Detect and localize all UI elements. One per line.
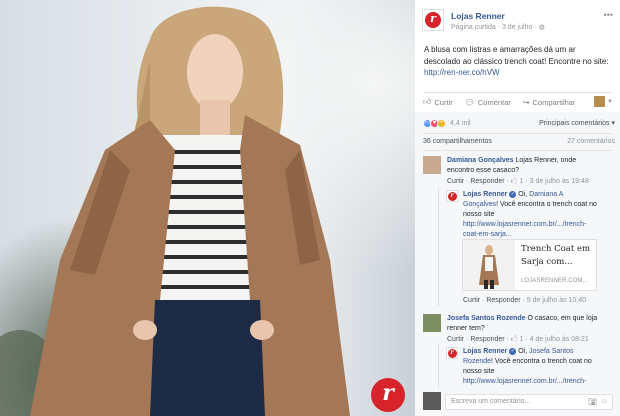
link-preview-domain: LOJASRENNER.COM... — [521, 278, 588, 284]
like-label: Curtir — [434, 97, 453, 107]
commenter-avatar[interactable] — [423, 156, 441, 174]
comment-item: Damiana Gonçalves Lojas Renner, onde enc… — [423, 156, 613, 186]
comment-body: Josefa Santos Rozende O casaco, em que l… — [447, 314, 605, 345]
reply-text-prefix: Oi, — [516, 348, 530, 355]
comment-input-placeholder: Escreva um comentário... — [451, 398, 531, 405]
post-text-body: A blusa com listras e amarrações dá um a… — [424, 45, 609, 66]
post-link[interactable]: http://ren-ner.co/hVW — [424, 68, 500, 77]
comment-meta: Curtir · Responder · 🖒 1 · 4 de julho às… — [447, 336, 589, 343]
post-meta: Página curtida · 3 de julho · ◍ — [451, 23, 545, 31]
reply-meta-text: · 5 de julho às 10:40 — [520, 297, 586, 304]
post-meta-text: Página curtida · 3 de julho · — [451, 24, 539, 31]
reply-author[interactable]: Lojas Renner — [463, 348, 507, 355]
photo-model-illustration — [0, 6, 350, 416]
shares-count[interactable]: 36 compartilhamentos — [423, 138, 492, 145]
reply-like-link[interactable]: Curtir — [463, 297, 480, 304]
divider — [423, 150, 613, 151]
reply-reply-link[interactable]: Responder — [486, 297, 520, 304]
comment-meta: Curtir · Responder · 🖒 1 · 3 de julho às… — [447, 178, 589, 185]
reply-item: r Lojas Renner ✓ Oi, Damiana A Gonçalves… — [446, 190, 606, 238]
comment-reply-link[interactable]: Responder — [470, 336, 504, 343]
post-text: A blusa com listras e amarrações dá um a… — [424, 44, 612, 79]
post-actions: 👍︎ Curtir 💬︎ Comentar ↪ Compartilhar ▼ — [423, 95, 613, 109]
post-as-selector[interactable]: ▼ — [594, 96, 613, 107]
page-avatar[interactable]: r — [422, 9, 444, 31]
share-button[interactable]: ↪ Compartilhar — [523, 98, 576, 107]
page-name-link[interactable]: Lojas Renner — [451, 11, 505, 21]
user-avatar — [594, 96, 606, 107]
comment-body: Damiana Gonçalves Lojas Renner, onde enc… — [447, 156, 605, 187]
comment-like-link[interactable]: Curtir — [447, 178, 464, 185]
globe-icon: ◍ — [538, 24, 545, 31]
commenter-avatar[interactable] — [423, 314, 441, 332]
link-preview-title: Trench Coat em Sarja com... — [521, 244, 591, 267]
thumbs-up-icon: 👍︎ — [423, 97, 432, 106]
comment-input[interactable]: Escreva um comentário... 📷︎ ☺ — [445, 394, 613, 410]
reply-thread-line — [438, 188, 439, 306]
more-options-icon[interactable]: ••• — [604, 10, 613, 20]
share-icon: ↪ — [522, 97, 530, 107]
reply-thread-line — [438, 344, 439, 388]
emoji-icon[interactable]: ☺ — [601, 398, 608, 406]
reply-author[interactable]: Lojas Renner — [463, 191, 507, 198]
wow-reaction-icon: • — [437, 118, 446, 128]
comment-icon: 💬︎ — [464, 97, 475, 107]
camera-icon[interactable]: 📷︎ — [588, 398, 597, 406]
reply-item: r Lojas Renner ✓ Oi, Josefa Santos Rozen… — [446, 347, 606, 387]
chevron-down-icon: ▼ — [607, 98, 613, 105]
comment-item: Josefa Santos Rozende O casaco, em que l… — [423, 314, 613, 344]
engagement-counts: 36 compartilhamentos 27 comentários — [423, 138, 615, 145]
page-avatar[interactable]: r — [446, 190, 458, 202]
reply-link[interactable]: http://www.lojasrenner.com.br/.../trench… — [463, 377, 598, 387]
comment-like-link[interactable]: Curtir — [447, 336, 464, 343]
link-preview-thumbnail — [463, 240, 515, 290]
composer-icons: 📷︎ ☺ — [588, 398, 608, 406]
comment-label: Comentar — [477, 97, 511, 107]
comment-author[interactable]: Josefa Santos Rozende — [447, 315, 526, 322]
reactions-summary[interactable]: 👍︎ ♥ • 4,4 mil Principais comentários ▾ — [423, 117, 615, 129]
post-photo[interactable]: r — [0, 0, 415, 416]
comments-count[interactable]: 27 comentários — [567, 138, 615, 145]
comment-button[interactable]: 💬︎ Comentar — [465, 98, 511, 107]
comment-author[interactable]: Damiana Gonçalves — [447, 157, 514, 164]
comment-reply-link[interactable]: Responder — [470, 178, 504, 185]
share-label: Compartilhar — [532, 97, 576, 107]
reactions-count: 4,4 mil — [450, 119, 471, 127]
top-comments-dropdown[interactable]: Principais comentários ▾ — [539, 119, 615, 127]
reply-meta: Curtir · Responder · 5 de julho às 10:40 — [463, 295, 613, 305]
comment-meta-text: · 🖒 1 · 4 de julho às 08:21 — [504, 336, 589, 343]
reply-link[interactable]: http://www.lojasrenner.com.br/.../trench… — [463, 220, 598, 240]
post-header: r Lojas Renner Página curtida · 3 de jul… — [422, 8, 617, 36]
divider — [423, 92, 613, 93]
comment-meta-text: · 🖒 1 · 3 de julho às 19:48 — [504, 178, 589, 185]
divider — [423, 133, 613, 134]
page-avatar[interactable]: r — [446, 347, 458, 359]
reply-text-prefix: Oi, — [516, 191, 530, 198]
reply-body: Lojas Renner ✓ Oi, Josefa Santos Rozende… — [463, 347, 598, 387]
comment-composer: Escreva um comentário... 📷︎ ☺ — [423, 392, 613, 412]
current-user-avatar — [423, 392, 441, 410]
brand-logo-watermark: r — [371, 378, 405, 412]
comment-meta: Curtir · Responder · 5 de julho às 10:40 — [463, 297, 586, 304]
reply-body: Lojas Renner ✓ Oi, Damiana A Gonçalves! … — [463, 190, 598, 240]
link-preview-card[interactable]: Trench Coat em Sarja com... LOJASRENNER.… — [462, 239, 597, 291]
like-button[interactable]: 👍︎ Curtir — [423, 97, 453, 107]
